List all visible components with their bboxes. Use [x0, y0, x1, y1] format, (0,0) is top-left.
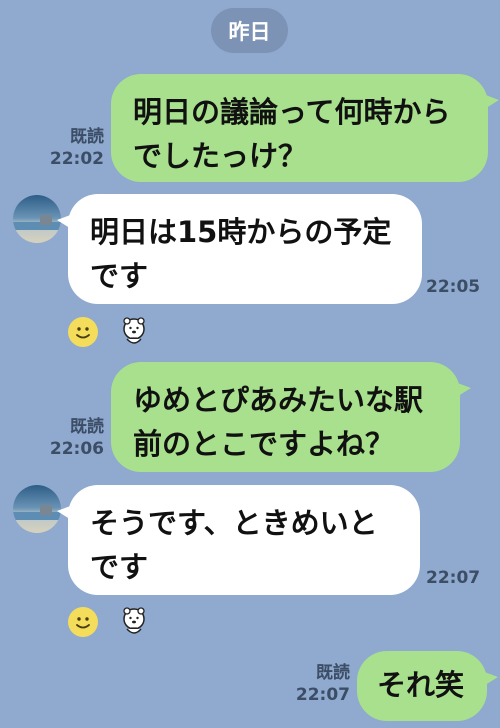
- message-text-line: です: [90, 550, 149, 584]
- sent-message-bubble[interactable]: ゆめとぴあみたいな駅 前のとこですよね？: [111, 362, 471, 472]
- avatar-building: [40, 215, 52, 225]
- message-2-meta: 22:05: [426, 276, 484, 298]
- timestamp: 22:06: [49, 439, 104, 459]
- message-text-line: ゆめとぴあみたいな駅: [133, 383, 424, 417]
- sent-message-bubble[interactable]: それ笑: [357, 651, 498, 721]
- avatar-sea: [13, 512, 61, 520]
- message-text-line: 明日の議論って何時から: [133, 95, 451, 129]
- avatar-building: [40, 505, 52, 515]
- sent-message-bubble[interactable]: 明日の議論って何時から でしたっけ？: [111, 74, 499, 182]
- date-label: 昨日: [228, 19, 271, 44]
- timestamp: 22:07: [295, 685, 350, 705]
- smile-icon[interactable]: [68, 317, 98, 347]
- message-text-line: でしたっけ？: [133, 139, 308, 173]
- date-separator: 昨日: [211, 8, 288, 53]
- message-3-meta: 既読 22:06: [48, 416, 104, 460]
- avatar-sea: [13, 222, 61, 230]
- message-4-meta: 22:07: [426, 567, 484, 589]
- contact-avatar[interactable]: [13, 485, 61, 533]
- received-message-bubble[interactable]: 明日は15時からの予定 です: [57, 194, 422, 304]
- bear-sticker-icon[interactable]: [119, 317, 149, 347]
- timestamp: 22:07: [426, 568, 481, 588]
- read-receipt: 既読: [70, 127, 104, 147]
- read-receipt: 既読: [70, 417, 104, 437]
- contact-avatar[interactable]: [13, 195, 61, 243]
- received-message-bubble[interactable]: そうです、ときめいと です: [57, 485, 420, 595]
- message-text-line: 前のとこですよね？: [133, 427, 395, 461]
- message-1-meta: 既読 22:02: [48, 126, 104, 170]
- message-5-meta: 既読 22:07: [294, 662, 350, 706]
- timestamp: 22:02: [49, 149, 104, 169]
- message-text-line: それ笑: [377, 668, 465, 702]
- message-text-line: です: [90, 259, 149, 293]
- smile-icon[interactable]: [68, 607, 98, 637]
- timestamp: 22:05: [426, 277, 481, 297]
- message-text-line: そうです、ときめいと: [90, 506, 378, 540]
- read-receipt: 既読: [316, 663, 350, 683]
- message-text-line: 明日は15時からの予定: [90, 215, 392, 249]
- bear-sticker-icon[interactable]: [119, 607, 149, 637]
